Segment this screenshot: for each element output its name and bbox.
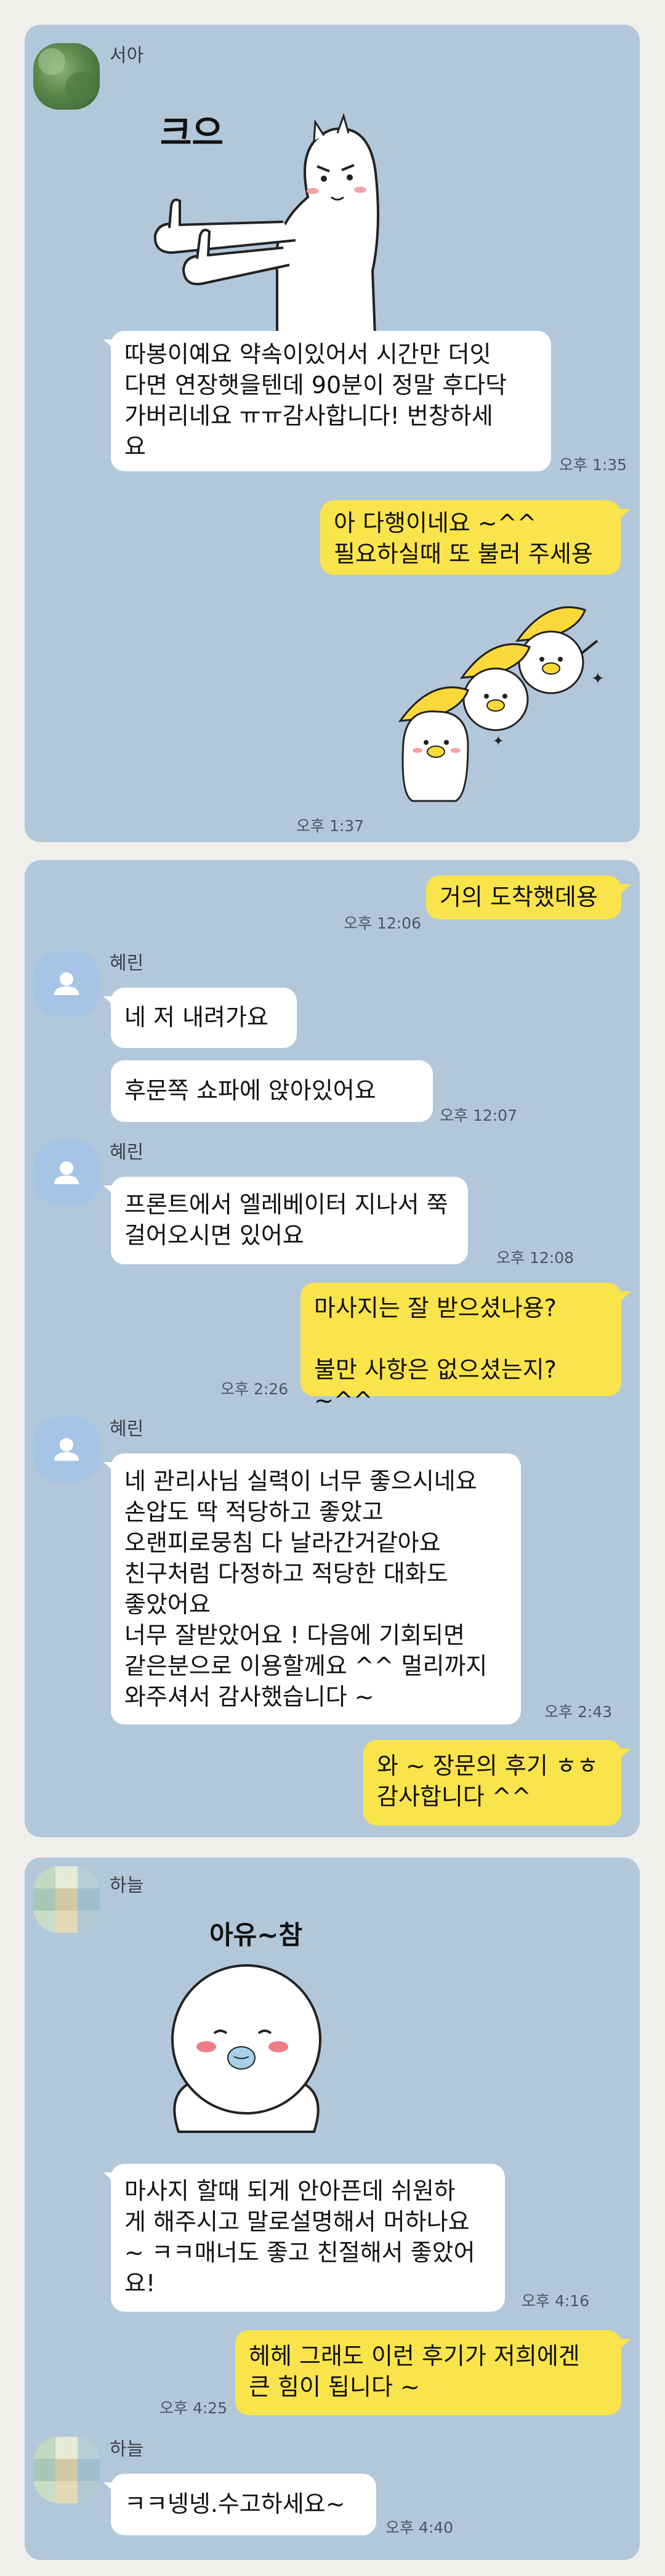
avatar-default[interactable] bbox=[33, 1140, 100, 1206]
bubble-tail bbox=[620, 1749, 631, 1758]
message-timestamp: 오후 4:25 bbox=[159, 2399, 228, 2417]
chat-screenshot-1: 서아 크으 따봉이예요 약속이있어서 시간만 더잇 다면 연장햇을텐데 90분이… bbox=[25, 25, 640, 842]
message-bubble-incoming[interactable]: ㅋㅋ넹넹.수고하세요~ bbox=[111, 2474, 376, 2535]
thumbs-up-sticker: 크으 bbox=[111, 105, 394, 351]
default-profile-icon bbox=[33, 1416, 100, 1483]
message-bubble-outgoing[interactable]: 헤헤 그래도 이런 후기가 저희에겐 큰 힘이 됩니다 ~ bbox=[235, 2330, 621, 2415]
avatar-haneul[interactable] bbox=[33, 2437, 100, 2503]
message-bubble-incoming[interactable]: 따봉이예요 약속이있어서 시간만 더잇 다면 연장햇을텐데 90분이 정말 후다… bbox=[111, 331, 551, 471]
message-timestamp: 오후 2:43 bbox=[544, 1703, 613, 1721]
message-bubble-outgoing[interactable]: 아 다행이네요 ~^^ 필요하실때 또 불러 주세용 bbox=[320, 500, 621, 575]
bubble-tail bbox=[620, 1291, 631, 1301]
message-timestamp: 오후 12:06 bbox=[344, 914, 421, 932]
message-timestamp: 오후 12:07 bbox=[440, 1107, 517, 1124]
default-profile-icon bbox=[33, 1140, 100, 1206]
sender-name: 하늘 bbox=[110, 2439, 144, 2460]
bubble-tail bbox=[103, 339, 115, 349]
svg-text:✦: ✦ bbox=[493, 734, 504, 749]
bubble-tail bbox=[620, 2339, 631, 2349]
sender-name: 혜린 bbox=[110, 953, 144, 974]
message-timestamp: 오후 12:08 bbox=[496, 1249, 574, 1267]
message-timestamp: 오후 1:35 bbox=[559, 456, 627, 474]
message-timestamp: 오후 1:37 bbox=[296, 817, 365, 835]
message-timestamp: 오후 4:16 bbox=[522, 2292, 590, 2310]
sender-name: 혜린 bbox=[110, 1142, 144, 1163]
message-bubble-incoming[interactable]: 후문쪽 쇼파에 앉아있어요 bbox=[111, 1060, 433, 1122]
chat-screenshot-3: 하늘 아유~참 마사지 할때 되게 안아픈데 쉬원하 게 해주시고 말로설명해서… bbox=[25, 1858, 640, 2560]
sender-name: 서아 bbox=[110, 45, 144, 67]
bubble-tail bbox=[620, 884, 631, 894]
avatar-blurred-green-image bbox=[33, 43, 100, 110]
message-bubble-incoming[interactable]: 네 관리사님 실력이 너무 좋으시네요 손압도 딱 적당하고 좋았고 오랜피로뭉… bbox=[111, 1453, 521, 1725]
avatar-seoa[interactable] bbox=[33, 43, 100, 110]
chat-screenshot-2: 거의 도착했데용 오후 12:06 혜린 네 저 내려가요 후문쪽 쇼파에 앉아… bbox=[25, 860, 640, 1837]
bubble-tail bbox=[103, 996, 115, 1006]
sender-name: 하늘 bbox=[110, 1875, 144, 1896]
message-bubble-incoming[interactable]: 네 저 내려가요 bbox=[111, 988, 297, 1048]
avatar-default[interactable] bbox=[33, 951, 100, 1017]
message-timestamp: 오후 2:26 bbox=[220, 1380, 289, 1398]
message-bubble-outgoing[interactable]: 거의 도착했데용 bbox=[426, 876, 621, 919]
bubble-tail bbox=[103, 2172, 115, 2182]
message-bubble-outgoing[interactable]: 와 ~ 장문의 후기 ㅎㅎ 감사합니다 ^^ bbox=[363, 1740, 621, 1826]
avatar-default[interactable] bbox=[33, 1416, 100, 1483]
sticker-text: 아유~참 bbox=[209, 1920, 302, 1950]
avatar-haneul[interactable] bbox=[33, 1866, 100, 1933]
svg-text:✦: ✦ bbox=[591, 670, 605, 688]
message-bubble-outgoing[interactable]: 마사지는 잘 받으셨나용? 불만 사항은 없으셨는지? ~^^ bbox=[300, 1283, 621, 1414]
default-profile-icon bbox=[33, 951, 100, 1017]
message-bubble-incoming[interactable]: 프론트에서 엘레베이터 지나서 쭉 걸어오시면 있어요 bbox=[111, 1177, 468, 1264]
bubble-tail bbox=[103, 1185, 115, 1195]
banana-hat-sticker: ✦ ✦ bbox=[388, 591, 622, 813]
avatar-blurred-image bbox=[33, 1866, 100, 1933]
message-timestamp: 오후 4:40 bbox=[385, 2519, 454, 2537]
message-bubble-incoming[interactable]: 마사지 할때 되게 안아픈데 쉬원하 게 해주시고 말로설명해서 머하나요 ~ … bbox=[111, 2164, 505, 2312]
bubble-tail bbox=[103, 2482, 115, 2492]
blushing-face-sticker: 아유~참 bbox=[142, 1910, 351, 2156]
bubble-tail bbox=[103, 1462, 115, 1472]
sticker-text: 크으 bbox=[160, 113, 224, 153]
bubble-tail bbox=[619, 509, 631, 519]
avatar-blurred-image bbox=[33, 2437, 100, 2503]
sender-name: 혜린 bbox=[110, 1418, 144, 1440]
